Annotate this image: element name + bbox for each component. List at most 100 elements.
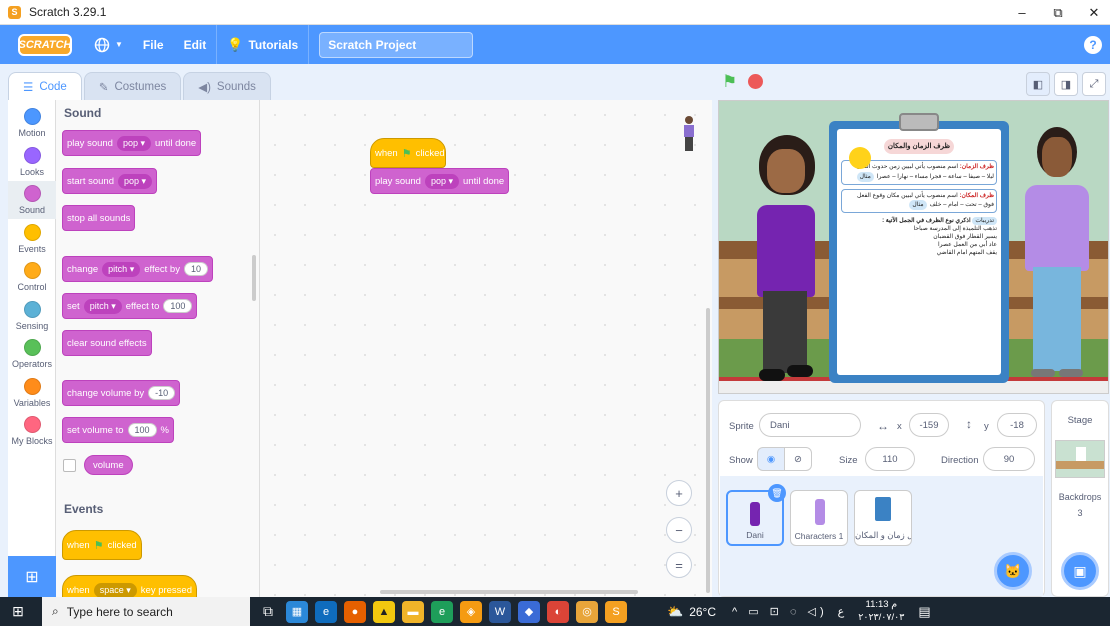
delete-sprite-button[interactable]: 🗑 <box>768 484 786 502</box>
category-control[interactable]: Control <box>8 258 56 296</box>
zoom-in-button[interactable]: + <box>666 480 692 506</box>
file-explorer-icon[interactable]: ▬ <box>402 600 424 623</box>
minimize-button[interactable]: – <box>1004 0 1040 25</box>
edge-dev-icon[interactable]: e <box>431 600 453 623</box>
play-sound-until-done-block[interactable]: play sound pop ▾ until done <box>62 130 202 156</box>
size-input[interactable]: 110 <box>865 447 915 471</box>
store-icon[interactable]: ▦ <box>286 600 308 623</box>
block-text: start sound <box>67 175 114 187</box>
key-dropdown[interactable]: space ▾ <box>93 582 137 597</box>
category-label: Looks <box>19 166 45 177</box>
photo-app-icon[interactable]: ◈ <box>460 600 482 623</box>
category-motion[interactable]: Motion <box>8 104 56 142</box>
tab-code[interactable]: ☰ Code <box>8 72 82 100</box>
category-sound[interactable]: Sound <box>8 181 56 219</box>
app-badge-icon[interactable]: ◆ <box>518 600 540 623</box>
category-events[interactable]: Events <box>8 220 56 258</box>
sprite-thumb-poster[interactable]: ظرف ال زمان و المكان <box>854 490 912 546</box>
zoom-out-button[interactable]: − <box>666 517 692 543</box>
sound-dropdown[interactable]: pop ▾ <box>118 173 153 189</box>
number-input[interactable]: -10 <box>148 386 176 400</box>
tab-sounds[interactable]: ◀) Sounds <box>183 72 271 100</box>
block-text: effect to <box>125 300 160 312</box>
number-input[interactable]: 10 <box>183 262 208 276</box>
show-visible-button[interactable]: ◉ <box>757 447 785 471</box>
choose-sprite-button[interactable]: 🐱 <box>994 552 1032 590</box>
sound-dropdown[interactable]: pop ▾ <box>424 173 460 189</box>
set-volume-block[interactable]: set volume to 100 % <box>62 417 174 443</box>
close-button[interactable]: ✕ <box>1076 0 1110 25</box>
zoom-reset-button[interactable]: = <box>666 552 692 578</box>
choose-backdrop-button[interactable]: ▣ <box>1061 552 1099 590</box>
direction-input[interactable]: 90 <box>983 447 1035 471</box>
green-flag-button[interactable]: ⚑ <box>722 72 737 92</box>
script-when-flag-clicked-block[interactable]: when ⚑ clicked <box>370 138 446 168</box>
small-stage-button[interactable]: ◧ <box>1026 72 1050 96</box>
project-title-input[interactable]: Scratch Project <box>319 31 474 58</box>
large-stage-button[interactable]: ◨ <box>1054 72 1078 96</box>
set-effect-block[interactable]: set pitch ▾ effect to 100 <box>62 293 198 319</box>
effect-dropdown[interactable]: pitch ▾ <box>83 298 122 314</box>
windows-start-button[interactable]: ⊞ <box>0 597 36 626</box>
category-variables[interactable]: Variables <box>8 374 56 412</box>
volume-monitor-checkbox[interactable] <box>63 459 76 472</box>
code-horizontal-scrollbar[interactable] <box>380 590 638 594</box>
tutorials-menu[interactable]: 💡 Tutorials <box>217 25 308 64</box>
poster-place-heading: ظرف المكان: <box>959 192 994 199</box>
clock[interactable]: 11:13 م ٢٠٢٣/٠٧/٠٣ <box>858 599 904 624</box>
chrome-alt-icon[interactable]: ◐ <box>547 600 569 623</box>
change-volume-block[interactable]: change volume by -10 <box>62 380 181 406</box>
notification-icon[interactable]: ▤ <box>918 604 930 620</box>
when-flag-clicked-block[interactable]: when ⚑ clicked <box>62 530 142 560</box>
app-warning-icon[interactable]: ▲ <box>373 600 395 623</box>
dropdown-value: pitch <box>108 263 128 274</box>
stop-all-sounds-block[interactable]: stop all sounds <box>62 205 136 231</box>
category-sensing[interactable]: Sensing <box>8 297 56 335</box>
change-effect-block[interactable]: change pitch ▾ effect by 10 <box>62 256 213 282</box>
x-position-input[interactable]: -159 <box>909 413 949 437</box>
clear-sound-effects-block[interactable]: clear sound effects <box>62 330 152 356</box>
language-menu[interactable]: ▼ <box>84 25 133 64</box>
menu-bar: SCRATCH ▼ File Edit 💡 Tutorials Scratch … <box>0 25 1110 64</box>
show-hidden-button[interactable]: ⊘ <box>784 447 812 471</box>
code-vertical-scrollbar[interactable] <box>706 308 710 593</box>
scratch-taskbar-icon[interactable]: S <box>605 600 627 623</box>
sprite-name-input[interactable]: Dani <box>759 413 861 437</box>
firefox-icon[interactable]: ● <box>344 600 366 623</box>
y-arrows-icon: ↕ <box>966 417 972 431</box>
help-button[interactable]: ? <box>1084 36 1102 54</box>
character-sprite[interactable] <box>1015 127 1095 379</box>
stop-button[interactable] <box>748 74 763 89</box>
maximize-button[interactable]: ⧉ <box>1040 0 1076 25</box>
dani-sprite[interactable] <box>749 135 819 385</box>
sprite-thumb-characters[interactable]: Characters 1 <box>790 490 848 546</box>
palette-scrollbar[interactable] <box>252 255 256 301</box>
volume-reporter-block[interactable]: volume <box>84 455 133 475</box>
tab-costumes[interactable]: ✎ Costumes <box>83 72 182 100</box>
events-heading: Events <box>64 502 104 516</box>
file-menu[interactable]: File <box>133 25 174 64</box>
script-play-sound-until-done-block[interactable]: play sound pop ▾ until done <box>370 168 510 194</box>
edge-icon[interactable]: e <box>315 600 337 623</box>
sound-dropdown[interactable]: pop ▾ <box>116 135 152 151</box>
y-position-input[interactable]: -18 <box>997 413 1037 437</box>
when-key-pressed-block[interactable]: when space ▾ key pressed <box>62 575 198 597</box>
chrome-icon[interactable]: ◎ <box>576 600 598 623</box>
category-my-blocks[interactable]: My Blocks <box>8 412 56 450</box>
scratch-logo[interactable]: SCRATCH <box>18 33 72 56</box>
start-sound-block[interactable]: start sound pop ▾ <box>62 168 158 194</box>
category-operators[interactable]: Operators <box>8 335 56 373</box>
task-view-icon[interactable]: ⧉ <box>257 601 279 623</box>
category-looks[interactable]: Looks <box>8 143 56 181</box>
number-input[interactable]: 100 <box>163 299 193 313</box>
number-input[interactable]: 100 <box>127 423 157 437</box>
fullscreen-button[interactable]: ⤢ <box>1082 72 1106 96</box>
tray-icons[interactable]: ^ ▭ ⊡ ◌ ◁) <box>732 605 828 618</box>
effect-dropdown[interactable]: pitch ▾ <box>102 261 141 277</box>
add-extension-button[interactable]: ⊞ <box>8 556 56 597</box>
taskbar-search-box[interactable]: ⌕ Type here to search <box>42 597 250 626</box>
word-icon[interactable]: W <box>489 600 511 623</box>
stage-canvas[interactable]: ظرف الزمان والمكان ظرف الزمان: اسم منصوب… <box>718 100 1109 394</box>
language-indicator[interactable]: ع <box>838 605 845 618</box>
edit-menu[interactable]: Edit <box>174 25 217 64</box>
